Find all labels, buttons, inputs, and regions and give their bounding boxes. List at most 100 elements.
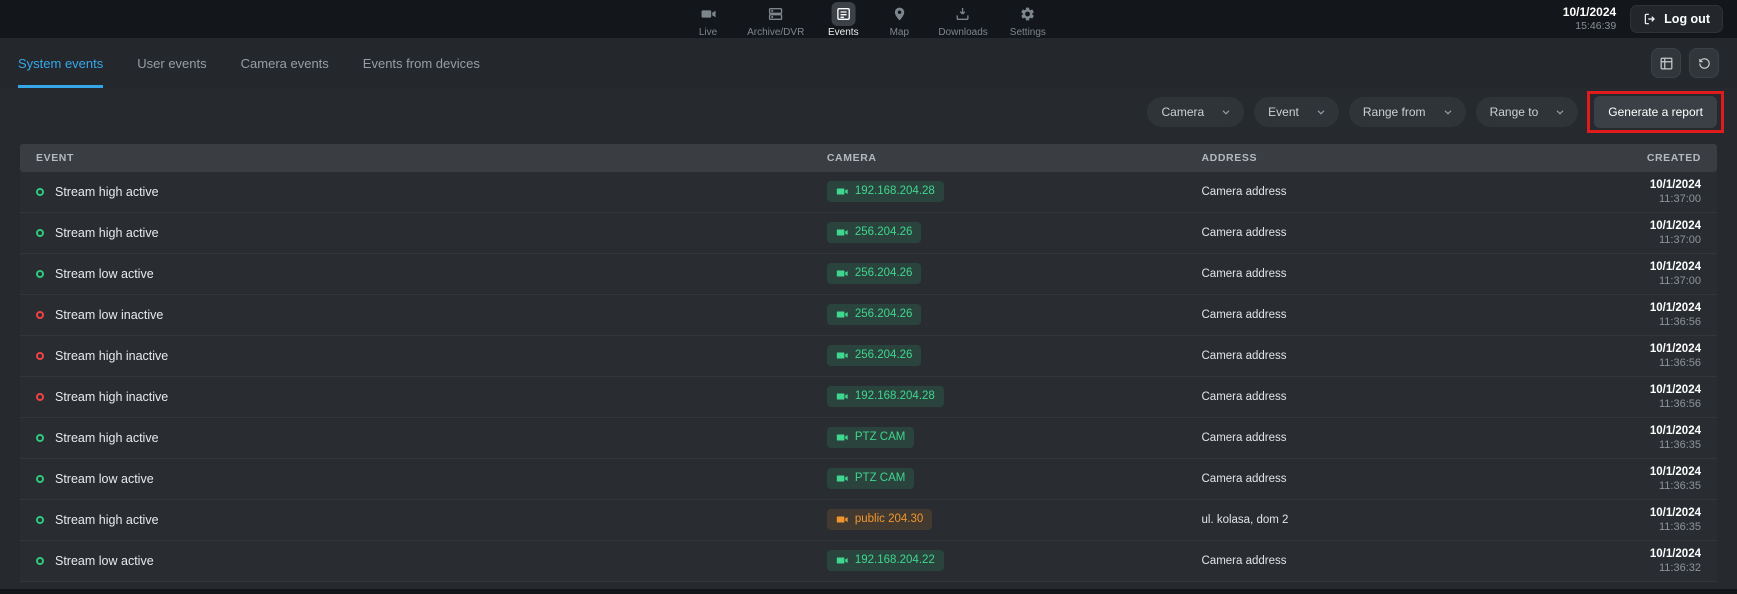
nav-label-settings: Settings [1010, 27, 1046, 38]
created-cell: 10/1/2024 11:36:56 [1493, 343, 1701, 369]
range-to-select[interactable]: Range to [1476, 97, 1579, 127]
created-time: 11:36:35 [1493, 480, 1701, 492]
camera-badge[interactable]: 256.204.26 [827, 222, 922, 243]
chevron-down-icon [1442, 106, 1454, 118]
table-row[interactable]: Stream low active 256.204.26 Camera addr… [20, 254, 1717, 295]
table-row[interactable]: Stream high active PTZ CAM Camera addres… [20, 418, 1717, 459]
refresh-button[interactable] [1689, 48, 1719, 78]
event-status-icon [36, 434, 44, 442]
camera-badge[interactable]: 192.168.204.28 [827, 386, 944, 407]
camera-icon [836, 226, 849, 239]
tab-user-events[interactable]: User events [137, 38, 206, 88]
camera-badge[interactable]: 192.168.204.22 [827, 550, 944, 571]
created-time: 11:36:32 [1493, 562, 1701, 574]
tab-system-events[interactable]: System events [18, 38, 103, 88]
created-date: 10/1/2024 [1493, 425, 1701, 437]
camera-name: 256.204.26 [855, 308, 913, 321]
camera-badge[interactable]: 256.204.26 [827, 304, 922, 325]
created-date: 10/1/2024 [1493, 466, 1701, 478]
event-cell: Stream high active [36, 431, 827, 445]
created-cell: 10/1/2024 11:37:00 [1493, 220, 1701, 246]
table-view-button[interactable] [1651, 48, 1681, 78]
logout-button[interactable]: Log out [1630, 5, 1723, 33]
event-label: Stream high active [55, 513, 159, 527]
camera-name: PTZ CAM [855, 472, 905, 485]
event-cell: Stream high active [36, 226, 827, 240]
generate-report-wrap: Generate a report [1594, 96, 1717, 128]
range-from-select[interactable]: Range from [1349, 97, 1466, 127]
topbar-right: 10/1/2024 15:46:39 Log out [1563, 5, 1723, 33]
camera-badge[interactable]: 256.204.26 [827, 263, 922, 284]
camera-name: 256.204.26 [855, 267, 913, 280]
nav-item-downloads[interactable]: Downloads [932, 2, 993, 38]
nav-item-map[interactable]: Map [876, 2, 922, 38]
table-header: EVENT CAMERA ADDRESS CREATED [20, 144, 1717, 172]
camera-icon [836, 349, 849, 362]
camera-badge[interactable]: 192.168.204.28 [827, 181, 944, 202]
created-cell: 10/1/2024 11:36:32 [1493, 548, 1701, 574]
address-label: Camera address [1202, 555, 1287, 567]
table-row[interactable]: Stream high active public 204.30 ul. kol… [20, 500, 1717, 541]
table-row[interactable]: Stream low inactive 256.204.26 Camera ad… [20, 295, 1717, 336]
downloads-icon [951, 2, 975, 26]
camera-cell: 256.204.26 [827, 345, 1202, 367]
camera-badge[interactable]: PTZ CAM [827, 427, 914, 448]
table-row[interactable]: Stream high active 192.168.204.28 Camera… [20, 172, 1717, 213]
table-row[interactable]: Stream high inactive 256.204.26 Camera a… [20, 336, 1717, 377]
event-label: Stream high inactive [55, 349, 168, 363]
event-status-icon [36, 311, 44, 319]
address-cell: Camera address [1202, 555, 1493, 567]
datetime: 10/1/2024 15:46:39 [1563, 5, 1616, 33]
address-label: Camera address [1202, 391, 1287, 403]
address-cell: Camera address [1202, 473, 1493, 485]
archive-dvr-icon [764, 2, 788, 26]
table-row[interactable]: Stream high inactive 192.168.204.28 Came… [20, 377, 1717, 418]
gear-icon [1016, 2, 1040, 26]
event-label: Stream low active [55, 267, 154, 281]
map-pin-icon [887, 2, 911, 26]
filter-bar: Camera Event Range from Range to Generat… [0, 88, 1737, 136]
camera-cell: 256.204.26 [827, 222, 1202, 244]
address-cell: ul. kolasa, dom 2 [1202, 514, 1493, 526]
range-from-label: Range from [1363, 105, 1426, 119]
event-status-icon [36, 229, 44, 237]
camera-filter-label: Camera [1161, 105, 1204, 119]
table-row[interactable]: Stream high active 256.204.26 Camera add… [20, 213, 1717, 254]
camera-icon [836, 308, 849, 321]
chevron-down-icon [1315, 106, 1327, 118]
nav-item-events[interactable]: Events [820, 2, 866, 38]
table-row[interactable]: Stream low active PTZ CAM Camera address… [20, 459, 1717, 500]
nav-label-downloads: Downloads [938, 27, 987, 38]
created-date: 10/1/2024 [1493, 220, 1701, 232]
table-row[interactable]: Stream low active 192.168.204.22 Camera … [20, 541, 1717, 582]
camera-badge[interactable]: 256.204.26 [827, 345, 922, 366]
event-cell: Stream low active [36, 554, 827, 568]
created-date: 10/1/2024 [1493, 302, 1701, 314]
main-nav: Live Archive/DVR Events Map Downloads [685, 2, 1052, 38]
created-time: 11:36:35 [1493, 439, 1701, 451]
camera-filter-select[interactable]: Camera [1147, 97, 1244, 127]
event-cell: Stream high inactive [36, 349, 827, 363]
nav-item-live[interactable]: Live [685, 2, 731, 38]
camera-name: PTZ CAM [855, 431, 905, 444]
address-cell: Camera address [1202, 227, 1493, 239]
nav-item-archive-dvr[interactable]: Archive/DVR [741, 2, 810, 38]
event-label: Stream high active [55, 226, 159, 240]
tab-camera-events[interactable]: Camera events [241, 38, 329, 88]
generate-report-button[interactable]: Generate a report [1594, 96, 1717, 128]
address-cell: Camera address [1202, 432, 1493, 444]
address-cell: Camera address [1202, 391, 1493, 403]
created-cell: 10/1/2024 11:37:00 [1493, 179, 1701, 205]
camera-badge[interactable]: public 204.30 [827, 509, 932, 530]
nav-item-settings[interactable]: Settings [1004, 2, 1052, 38]
address-cell: Camera address [1202, 186, 1493, 198]
tab-actions [1651, 38, 1719, 88]
event-filter-select[interactable]: Event [1254, 97, 1339, 127]
tab-events-from-devices[interactable]: Events from devices [363, 38, 480, 88]
camera-badge[interactable]: PTZ CAM [827, 468, 914, 489]
address-label: Camera address [1202, 432, 1287, 444]
event-status-icon [36, 516, 44, 524]
event-label: Stream low inactive [55, 308, 163, 322]
created-cell: 10/1/2024 11:36:56 [1493, 302, 1701, 328]
created-date: 10/1/2024 [1493, 548, 1701, 560]
